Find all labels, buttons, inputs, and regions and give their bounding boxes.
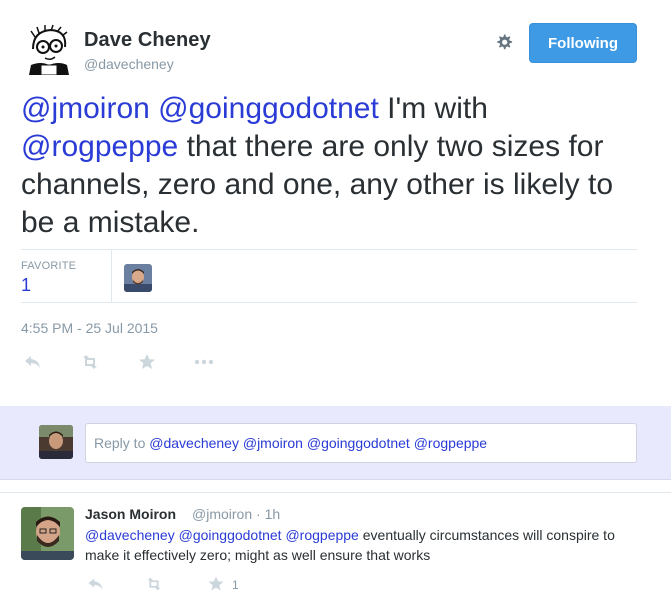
author-avatar[interactable] xyxy=(21,21,75,75)
reply-author-name[interactable]: Jason Moiron xyxy=(85,506,176,522)
mention-link[interactable]: @davecheney xyxy=(85,527,175,543)
reply-icon[interactable] xyxy=(85,573,107,595)
favorite-star-icon[interactable] xyxy=(205,573,227,595)
mention-link[interactable]: @goinggodotnet xyxy=(158,92,379,125)
author-name[interactable]: Dave Cheney xyxy=(84,29,211,52)
reply-prefix: Reply to xyxy=(94,435,150,451)
reply-meta: @jmoiron · 1h xyxy=(192,506,280,522)
following-button[interactable]: Following xyxy=(529,23,637,63)
reply-author-avatar[interactable] xyxy=(21,507,74,560)
mention-link[interactable]: @goinggodotnet xyxy=(179,527,282,543)
reply-input[interactable]: Reply to @davecheney @jmoiron @goinggodo… xyxy=(85,423,637,463)
more-icon[interactable] xyxy=(192,350,216,374)
mention-link[interactable]: @rogpeppe xyxy=(285,527,358,543)
viewer-avatar xyxy=(39,425,73,459)
favorite-count[interactable]: 1 xyxy=(21,275,31,296)
favorite-label: FAVORITE xyxy=(21,260,77,272)
reply-compose-area: Reply to @davecheney @jmoiron @goinggodo… xyxy=(0,406,671,480)
favorite-star-icon[interactable] xyxy=(135,350,159,374)
gear-icon[interactable] xyxy=(492,30,516,54)
tweet-timestamp[interactable]: 4:55 PM - 25 Jul 2015 xyxy=(21,320,158,336)
reply-icon[interactable] xyxy=(21,350,45,374)
author-handle[interactable]: @davecheney xyxy=(84,56,174,72)
reply-favorite-count[interactable]: 1 xyxy=(232,578,239,592)
reply-tweet[interactable]: Jason Moiron @jmoiron · 1h @davecheney @… xyxy=(0,492,671,599)
meta-separator: · xyxy=(252,506,265,522)
reply-time[interactable]: 1h xyxy=(265,506,281,522)
favoriter-avatar[interactable] xyxy=(124,264,152,292)
author-avatar-image xyxy=(21,21,75,75)
mention-link[interactable]: @jmoiron xyxy=(21,92,150,125)
tweet-text: @jmoiron @goinggodotnet I'm with @rogpep… xyxy=(21,90,651,242)
retweet-icon[interactable] xyxy=(143,573,165,595)
retweet-icon[interactable] xyxy=(78,350,102,374)
mention-link[interactable]: @rogpeppe xyxy=(21,130,178,163)
stats-divider xyxy=(111,250,112,303)
tweet-stats: FAVORITE 1 xyxy=(21,249,637,303)
reply-text: @davecheney @goinggodotnet @rogpeppe eve… xyxy=(85,525,645,565)
reply-author-handle[interactable]: @jmoiron xyxy=(192,506,252,522)
tweet-text-fragment: I'm with xyxy=(378,92,488,125)
reply-mentions: @davecheney @jmoiron @goinggodotnet @rog… xyxy=(149,435,488,451)
